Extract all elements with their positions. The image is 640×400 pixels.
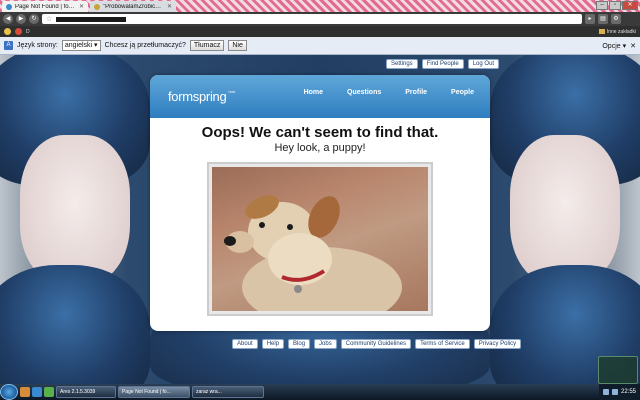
nav-profile[interactable]: Profile <box>405 89 427 96</box>
bookmark-icon[interactable] <box>15 28 22 35</box>
maximize-button[interactable]: ▫ <box>609 1 621 10</box>
other-bookmarks-label: Inne zakładki <box>606 28 636 35</box>
nav-questions[interactable]: Questions <box>347 89 381 96</box>
language-label: Język strony: <box>17 42 58 49</box>
page-favicon-icon <box>94 3 100 10</box>
footer-guidelines[interactable]: Community Guidelines <box>340 339 412 349</box>
settings-button[interactable]: Settings <box>386 59 418 69</box>
language-select[interactable]: angielski ▾ <box>61 40 101 51</box>
quick-launch-icon[interactable] <box>20 387 30 397</box>
wrench-icon[interactable]: ⚙ <box>611 14 621 24</box>
options-button[interactable]: Opcje ▾ <box>602 42 626 50</box>
address-redacted <box>56 16 127 22</box>
taskbar-item[interactable]: Ares 2.1.5.3039 <box>56 386 116 398</box>
browser-tab-inactive[interactable]: "ProbowalamZrobicZdje... ✕ <box>90 1 176 12</box>
folder-icon <box>598 29 605 34</box>
error-title: Oops! We can't seem to find that. <box>201 124 439 141</box>
footer-jobs[interactable]: Jobs <box>314 339 337 349</box>
background-face <box>20 135 130 285</box>
quick-launch-icon[interactable] <box>32 387 42 397</box>
puppy-illustration <box>224 195 402 311</box>
network-icon[interactable] <box>602 389 609 395</box>
footer-blog[interactable]: Blog <box>288 339 311 349</box>
start-button[interactable] <box>0 384 18 400</box>
background-hair <box>0 265 150 384</box>
translate-button[interactable]: Tłumacz <box>189 40 225 51</box>
minimize-button[interactable]: – <box>596 1 608 10</box>
address-bar[interactable]: ☆ <box>42 14 582 24</box>
browser-tab-active[interactable]: Page Not Found | formsp... ✕ <box>2 1 88 12</box>
footer-help[interactable]: Help <box>261 339 285 349</box>
cpu-meter-gadget <box>598 356 638 384</box>
system-tray: 22:55 <box>598 384 640 400</box>
window-controls: – ▫ ✕ <box>596 1 638 10</box>
star-icon[interactable]: ☆ <box>46 15 52 23</box>
formspring-favicon-icon <box>6 3 12 10</box>
error-subtitle: Hey look, a puppy! <box>274 142 366 154</box>
volume-icon[interactable] <box>611 389 618 395</box>
other-bookmarks[interactable]: Inne zakładki <box>598 28 636 35</box>
error-card: formspring beta Home Questions Profile Pe… <box>150 75 490 331</box>
puppy-image-frame <box>207 162 433 316</box>
clock[interactable]: 22:55 <box>621 389 636 395</box>
quick-launch-icon[interactable] <box>44 387 54 397</box>
tab-label: "ProbowalamZrobicZdje... <box>103 3 164 10</box>
bookmarks-bar: D Inne zakładki <box>0 26 640 37</box>
no-button[interactable]: Nie <box>228 40 247 51</box>
tab-label: Page Not Found | formsp... <box>15 3 76 10</box>
close-icon[interactable]: ✕ <box>79 3 84 10</box>
log-out-button[interactable]: Log Out <box>467 59 500 69</box>
error-body: Oops! We can't seem to find that. Hey lo… <box>150 118 490 316</box>
browser-toolbar: ◀ ▶ ↻ ☆ ▸ ▤ ⚙ <box>0 12 640 26</box>
translate-bar: A Język strony: angielski ▾ Chcesz ją pr… <box>0 37 640 55</box>
footer-privacy[interactable]: Privacy Policy <box>473 339 522 349</box>
tab-strip: Page Not Found | formsp... ✕ "Probowalam… <box>0 0 640 12</box>
site-logo[interactable]: formspring beta <box>168 89 235 104</box>
translate-question: Chcesz ją przetłumaczyć? <box>104 42 186 49</box>
taskbar-item-active[interactable]: Page Not Found | fo... <box>118 386 190 398</box>
taskbar-item[interactable]: zaraz wra... <box>192 386 264 398</box>
taskbar: Ares 2.1.5.3039 Page Not Found | fo... z… <box>0 384 640 400</box>
puppy-image <box>212 167 428 311</box>
bookmark-icon[interactable] <box>4 28 11 35</box>
close-window-button[interactable]: ✕ <box>622 1 638 10</box>
nav-people[interactable]: People <box>451 89 474 96</box>
account-nav: Settings Find People Log Out <box>386 59 500 69</box>
nav-home[interactable]: Home <box>304 89 323 96</box>
bookmark-label[interactable]: D <box>26 29 30 35</box>
forward-icon[interactable]: ▶ <box>16 14 26 24</box>
close-icon[interactable]: ✕ <box>630 42 636 50</box>
back-icon[interactable]: ◀ <box>3 14 13 24</box>
close-icon[interactable]: ✕ <box>167 3 172 10</box>
find-people-button[interactable]: Find People <box>421 59 464 69</box>
translate-icon: A <box>4 41 13 50</box>
site-header: formspring beta Home Questions Profile Pe… <box>150 75 490 118</box>
background-face <box>510 135 620 285</box>
footer-about[interactable]: About <box>232 339 258 349</box>
footer-terms[interactable]: Terms of Service <box>415 339 470 349</box>
page-menu-icon[interactable]: ▤ <box>598 14 608 24</box>
site-nav: Home Questions Profile People <box>304 89 474 96</box>
reload-icon[interactable]: ↻ <box>29 14 39 24</box>
language-value: angielski <box>64 42 93 49</box>
go-icon[interactable]: ▸ <box>585 14 595 24</box>
footer-links: About Help Blog Jobs Community Guideline… <box>232 339 522 349</box>
